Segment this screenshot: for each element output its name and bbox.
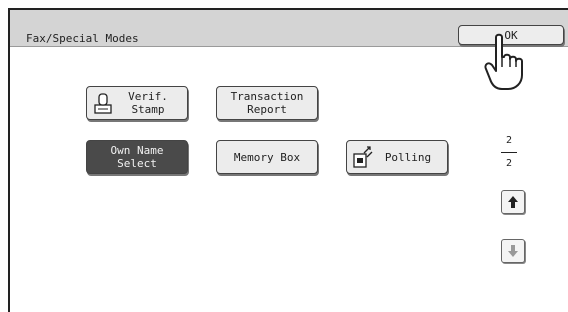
transaction-report-button[interactable]: Transaction Report: [216, 86, 318, 120]
memory-box-button[interactable]: Memory Box: [216, 140, 318, 174]
own-name-select-label: Own Name Select: [110, 144, 164, 170]
scroll-up-button[interactable]: [501, 190, 525, 214]
own-name-select-button[interactable]: Own Name Select: [86, 140, 188, 174]
polling-label: Polling: [384, 150, 432, 164]
polling-icon: [353, 146, 373, 168]
screen-title: Fax/Special Modes: [26, 32, 139, 45]
verif-stamp-label: Verif. Stamp: [128, 90, 168, 116]
arrow-up-icon: [508, 196, 518, 208]
page-indicator: 2 2: [494, 134, 524, 171]
verif-stamp-button[interactable]: Verif. Stamp: [86, 86, 188, 120]
transaction-report-label: Transaction Report: [230, 90, 304, 116]
pointing-hand-icon: [484, 33, 523, 90]
polling-button[interactable]: Polling: [346, 140, 448, 174]
arrow-down-icon: [508, 245, 518, 257]
scroll-down-button[interactable]: [501, 239, 525, 263]
current-page: 2: [505, 135, 513, 146]
stamp-icon: [94, 93, 112, 114]
total-pages: 2: [505, 158, 513, 169]
page-fraction-divider: [501, 152, 517, 153]
memory-box-label: Memory Box: [233, 150, 301, 164]
